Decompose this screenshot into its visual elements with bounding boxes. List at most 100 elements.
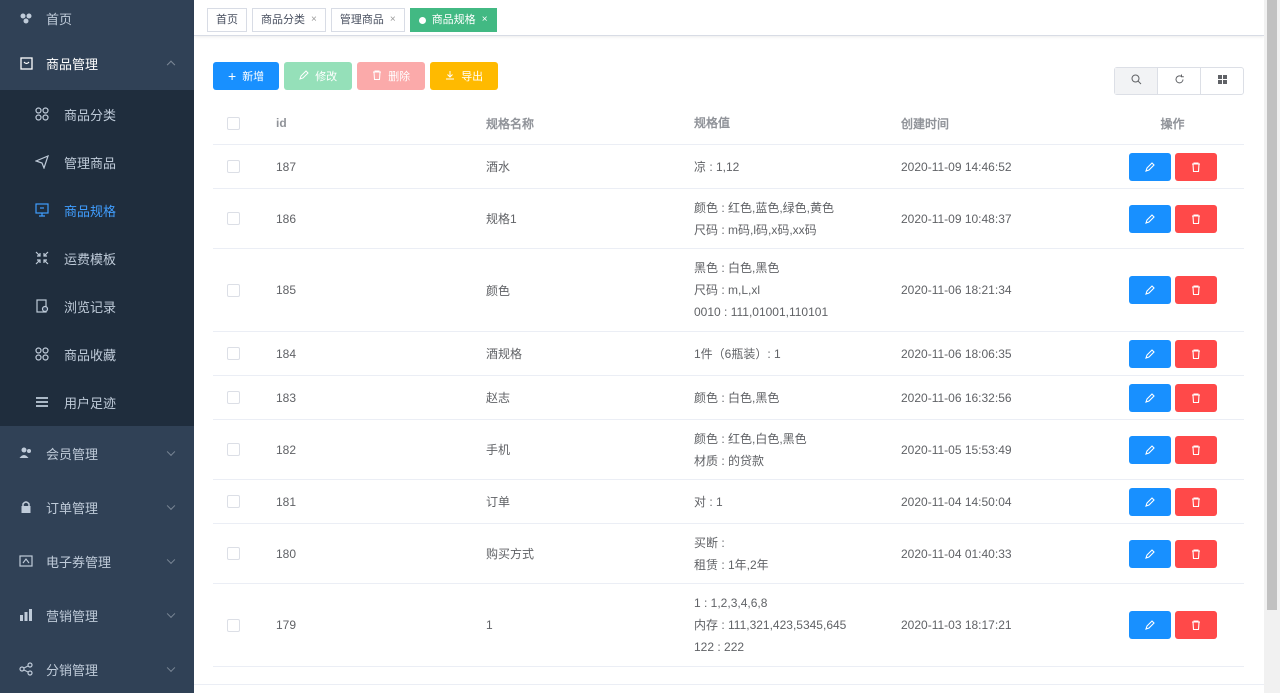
row-edit-button[interactable]	[1128, 611, 1171, 639]
row-checkbox[interactable]	[227, 283, 240, 297]
spec-value-line: 1件（6瓶装）: 1	[694, 346, 781, 361]
export-button[interactable]: 导出	[430, 62, 499, 90]
close-icon[interactable]: ×	[482, 9, 488, 31]
chevron-down-icon	[166, 447, 176, 457]
sidebar-item-label: 运费模板	[64, 251, 117, 267]
search-toggle-button[interactable]	[1115, 68, 1158, 94]
tag-spec[interactable]: 商品规格 ×	[409, 8, 497, 32]
spec-value-line: 0010 : 111,01001,110101	[694, 305, 829, 319]
sidebar-item-category[interactable]: 商品分类	[0, 90, 194, 138]
row-checkbox[interactable]	[227, 160, 240, 173]
row-checkbox[interactable]	[227, 618, 240, 632]
row-checkbox[interactable]	[227, 347, 240, 360]
main-content: 首页 商品分类 × 管理商品 × 商品规格 × + 新增 修改 删除 导出 id…	[194, 0, 1264, 693]
cell-value: 黑色 : 白色,黑色 尺码 : m,L,xl 0010 : 111,01001,11…	[694, 257, 901, 323]
row-delete-button[interactable]	[1174, 276, 1217, 304]
sidebar-group-label: 营销管理	[46, 608, 99, 624]
row-delete-button[interactable]	[1174, 487, 1217, 516]
scrollbar-thumb[interactable]	[1267, 0, 1277, 610]
spec-value-line: 颜色 : 红色,白色,黑色	[694, 431, 807, 446]
edit-icon	[299, 69, 309, 83]
table-row: 181 订单 对 : 1 2020-11-04 14:50:04	[213, 480, 1244, 524]
row-edit-button[interactable]	[1128, 152, 1171, 181]
table-row: 179 1 1 : 1,2,3,4,6,8 内存 : 111,321,423,5345…	[213, 584, 1244, 667]
row-checkbox[interactable]	[227, 547, 240, 560]
row-edit-button[interactable]	[1128, 487, 1171, 516]
refresh-button[interactable]	[1158, 68, 1201, 94]
coupon-icon	[18, 553, 34, 569]
tag-manage-goods[interactable]: 管理商品 ×	[330, 8, 405, 32]
table-tools	[1114, 67, 1244, 95]
close-icon[interactable]: ×	[311, 9, 317, 31]
cell-name: 手机	[486, 443, 511, 457]
row-delete-button[interactable]	[1174, 204, 1217, 233]
edit-icon	[1144, 496, 1155, 507]
table-row: 187 酒水 凉 : 1,12 2020-11-09 14:46:52	[213, 145, 1244, 189]
tag-label: 商品分类	[261, 14, 305, 26]
chart-icon	[18, 607, 34, 623]
page-scrollbar[interactable]	[1264, 0, 1280, 693]
export-button-label: 导出	[461, 71, 484, 83]
spec-value-line: 122 : 222	[694, 640, 745, 654]
sidebar-group-members[interactable]: 会员管理	[0, 426, 194, 480]
tag-category[interactable]: 商品分类 ×	[252, 8, 326, 32]
row-checkbox[interactable]	[227, 391, 240, 404]
sidebar-item-manage-goods[interactable]: 管理商品	[0, 138, 194, 186]
table-header: id 规格名称 规格值 创建时间 操作	[213, 102, 1244, 145]
spec-value-line: 尺码 : m码,l码,x码,xx码	[694, 222, 817, 237]
row-delete-button[interactable]	[1174, 383, 1217, 412]
row-checkbox[interactable]	[227, 495, 240, 508]
sidebar-group-goods[interactable]: 商品管理	[0, 36, 194, 90]
row-delete-button[interactable]	[1174, 539, 1217, 568]
sidebar-group-marketing[interactable]: 营销管理	[0, 588, 194, 642]
sidebar-group-coupons[interactable]: 电子券管理	[0, 534, 194, 588]
cell-value: 颜色 : 白色,黑色	[694, 387, 901, 409]
row-edit-button[interactable]	[1128, 435, 1171, 464]
row-delete-button[interactable]	[1174, 435, 1217, 464]
cell-id: 183	[276, 390, 297, 405]
select-all-checkbox[interactable]	[227, 116, 240, 130]
delete-icon	[1191, 620, 1200, 630]
sidebar-item-browse-log[interactable]: 浏览记录	[0, 282, 194, 330]
tags-view: 首页 商品分类 × 管理商品 × 商品规格 ×	[194, 0, 1264, 36]
sidebar-group-orders[interactable]: 订单管理	[0, 480, 194, 534]
cell-name: 规格1	[486, 212, 517, 226]
row-edit-button[interactable]	[1128, 539, 1171, 568]
cell-time: 2020-11-06 18:06:35	[901, 346, 1012, 361]
spec-value-line: 颜色 : 白色,黑色	[694, 390, 780, 405]
add-button[interactable]: + 新增	[213, 62, 280, 90]
tag-label: 管理商品	[339, 14, 384, 26]
row-edit-button[interactable]	[1128, 204, 1171, 233]
add-button-label: 新增	[242, 71, 265, 83]
delete-icon	[1191, 161, 1200, 172]
sidebar-item-freight[interactable]: 运费模板	[0, 234, 194, 282]
sidebar-item-collect[interactable]: 商品收藏	[0, 330, 194, 378]
sidebar-item-spec[interactable]: 商品规格	[0, 186, 194, 234]
row-edit-button[interactable]	[1128, 276, 1171, 304]
log-icon	[34, 298, 50, 314]
row-delete-button[interactable]	[1174, 339, 1217, 368]
delete-button[interactable]: 删除	[357, 62, 426, 90]
tag-home[interactable]: 首页	[207, 8, 247, 32]
close-icon[interactable]: ×	[390, 9, 396, 31]
cell-value: 买断 : 租赁 : 1年,2年	[694, 532, 901, 576]
sidebar-item-home[interactable]: 首页	[0, 0, 194, 36]
row-checkbox[interactable]	[227, 443, 240, 456]
cell-actions	[1101, 435, 1244, 464]
delete-icon	[1191, 213, 1200, 224]
sidebar-item-label: 用户足迹	[64, 395, 117, 411]
row-checkbox[interactable]	[227, 212, 240, 225]
row-edit-button[interactable]	[1128, 339, 1171, 368]
spec-value-line: 内存 : 111,321,423,5345,645	[694, 618, 847, 632]
cell-time: 2020-11-05 15:53:49	[901, 442, 1012, 457]
row-edit-button[interactable]	[1128, 383, 1171, 412]
columns-button[interactable]	[1201, 68, 1243, 94]
edit-icon	[1144, 213, 1155, 224]
row-delete-button[interactable]	[1174, 152, 1217, 181]
sidebar-group-label: 商品管理	[46, 56, 99, 72]
sidebar-group-distribution[interactable]: 分销管理	[0, 642, 194, 693]
sidebar-item-footprint[interactable]: 用户足迹	[0, 378, 194, 426]
edit-button[interactable]: 修改	[284, 62, 353, 90]
collect-icon	[34, 346, 50, 362]
row-delete-button[interactable]	[1174, 611, 1217, 639]
